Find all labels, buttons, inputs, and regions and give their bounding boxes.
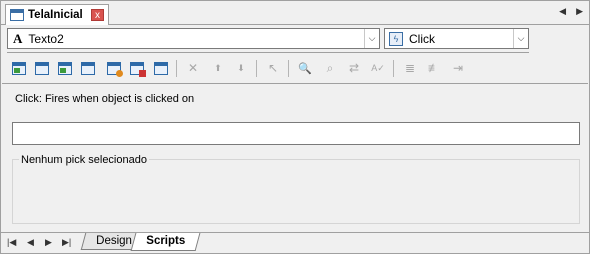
replace-icon[interactable]: ⇄	[344, 58, 364, 78]
insert-object-icon[interactable]	[32, 58, 52, 78]
pick-group-label: Nenhum pick selecionado	[19, 154, 149, 166]
delete-icon[interactable]: ✕	[183, 58, 203, 78]
uncomment-icon[interactable]: ≢	[424, 58, 444, 78]
insert-screen-icon[interactable]	[78, 58, 98, 78]
last-tab-icon[interactable]: ▶|	[62, 237, 71, 248]
script-editor-window: TelaInicial x ◀ ▶ A Texto2 ⌵ ϟ Click ⌵ ✕…	[0, 0, 590, 254]
scroll-left-icon[interactable]: ◀	[559, 6, 566, 17]
object-select[interactable]: A Texto2 ⌵	[7, 28, 380, 49]
pointer-icon[interactable]: ↖	[263, 58, 283, 78]
spell-check-icon[interactable]: A✓	[368, 58, 388, 78]
indent-icon[interactable]: ⇥	[448, 58, 468, 78]
toolbar-separator	[176, 60, 177, 77]
close-icon[interactable]: x	[91, 9, 104, 21]
tab-design-label: Design	[96, 235, 132, 247]
chevron-down-icon[interactable]: ⌵	[513, 29, 528, 48]
toolbar-separator	[288, 60, 289, 77]
document-tab-bar: TelaInicial x ◀ ▶	[1, 1, 589, 25]
event-select-value: Click	[409, 31, 435, 46]
bottom-tab-bar: |◀ ◀ ▶ ▶| Design Scripts	[1, 232, 589, 253]
screen-icon	[10, 9, 24, 21]
import-icon[interactable]	[104, 58, 124, 78]
document-tab[interactable]: TelaInicial x	[5, 4, 109, 25]
chevron-down-icon[interactable]: ⌵	[364, 29, 379, 48]
move-up-icon[interactable]: ⬆	[208, 58, 228, 78]
pick-input[interactable]	[12, 122, 580, 145]
tab-scripts-label: Scripts	[146, 235, 186, 247]
event-description: Click: Fires when object is clicked on	[15, 93, 195, 105]
tab-scripts[interactable]: Scripts	[130, 233, 201, 251]
find-icon[interactable]: 🔍	[295, 58, 315, 78]
text-object-icon: A	[13, 30, 23, 46]
comment-icon[interactable]: ≣	[400, 58, 420, 78]
prev-tab-icon[interactable]: ◀	[27, 237, 34, 248]
document-tab-title: TelaInicial	[28, 9, 83, 21]
insert-image-icon[interactable]	[55, 58, 75, 78]
toolbar-separator	[393, 60, 394, 77]
print-icon[interactable]	[151, 58, 171, 78]
new-script-icon[interactable]	[9, 58, 29, 78]
script-toolbar: ✕ ⬆ ⬇ ↖ 🔍 ⌕ ⇄ A✓ ≣ ≢ ⇥	[7, 58, 477, 80]
object-select-value: Texto2	[28, 31, 64, 46]
settings-icon[interactable]	[127, 58, 147, 78]
find-next-icon[interactable]: ⌕	[320, 58, 340, 78]
next-tab-icon[interactable]: ▶	[45, 237, 52, 248]
divider	[7, 52, 529, 53]
scroll-right-icon[interactable]: ▶	[576, 6, 583, 17]
move-down-icon[interactable]: ⬇	[231, 58, 251, 78]
first-tab-icon[interactable]: |◀	[7, 237, 16, 248]
pick-group-box	[12, 159, 580, 224]
event-select[interactable]: ϟ Click ⌵	[384, 28, 529, 49]
lightning-icon: ϟ	[389, 31, 403, 46]
tab-scroll-arrows: ◀ ▶	[559, 6, 583, 17]
toolbar-separator	[256, 60, 257, 77]
